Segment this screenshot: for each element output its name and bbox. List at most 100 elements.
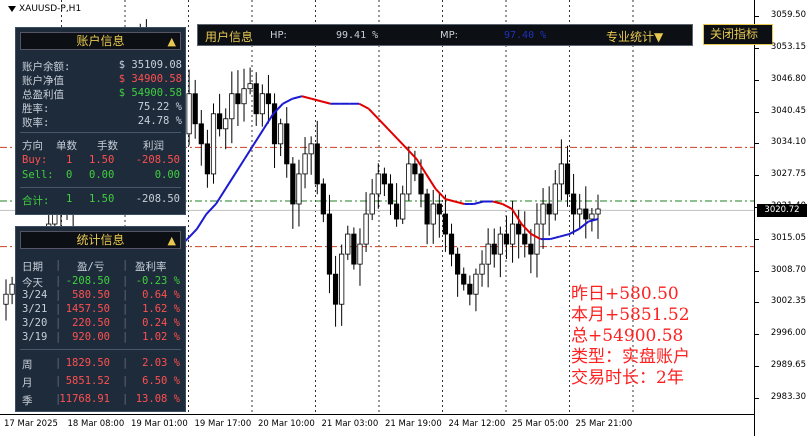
time-axis-label: 18 Mar 08:00 [67,419,125,429]
candle-body [278,123,284,145]
ma-segment [234,158,246,175]
candle-body [558,163,564,185]
user-info-bar: 用户信息 HP: 99.41 % MP: 97.40 % 专业统计▼ [197,24,693,46]
ma-segment [282,97,293,105]
candle-body [595,208,601,215]
candle-body [528,243,534,255]
price-axis-label: 3046.80 [770,73,806,84]
candle-body [589,213,595,220]
account-row-equity: 账户净值 $ 34900.58 [22,73,182,87]
ma-segment [196,213,208,230]
candle-body [497,233,503,255]
candle-body [455,253,461,275]
ma-segment [396,138,408,150]
price-axis-label: 2996.00 [770,328,806,339]
mp-label: MP: [440,30,459,41]
candle-body [198,123,204,145]
positions-row-sell: Sell: 0 0.00 0.00 [22,169,180,181]
time-axis-label: 20 Mar 10:00 [258,419,315,429]
account-row-balance: 账户余额: $ 35109.08 [22,59,182,73]
candle-body [577,208,583,215]
candle-body [241,88,247,105]
candle-body [540,203,546,225]
candle-body [351,233,357,265]
stats-row-period: 周 | 1829.50 | 2.03 % [22,357,180,371]
candle-body [583,208,589,220]
price-axis-label: 3059.50 [770,10,806,21]
candle-body [284,123,290,165]
ma-segment [292,95,303,100]
candle-body [509,223,516,245]
close-indicator-button[interactable]: 关闭指标 [703,24,773,45]
stats-row-day: 3/24 | 580.50 | 0.64 % [22,289,180,301]
candle-body [332,273,339,305]
price-axis-label: 3015.05 [770,232,806,243]
ma-segment [559,233,570,238]
candle-body [461,273,467,285]
candle-body [3,293,9,305]
time-axis-label: 25 Mar 21:00 [575,419,633,429]
candle-body [522,233,528,245]
time-axis-label: 21 Mar 03:00 [321,419,379,429]
account-panel: 账户信息 ▲ 账户余额: $ 35109.08 账户净值 $ 34900.58 … [15,27,186,215]
candle-body [314,143,320,185]
candle-body [473,273,479,295]
price-axis-label: 3027.75 [770,169,806,180]
time-axis-label: 19 Mar 17:00 [194,419,252,429]
stats-row-day: 3/20 | 220.50 | 0.24 % [22,317,180,329]
time-axis-label: 25 Mar 05:00 [512,419,569,429]
stats-panel-header[interactable]: 统计信息 ▲ [20,231,181,249]
candle-body [467,283,473,295]
ma-segment [387,128,399,140]
account-row-loss-rate: 败率: 24.78 % [22,115,182,129]
candle-body [375,173,381,195]
ma-segment [492,200,503,205]
candle-body [210,113,217,175]
price-axis-label: 3008.70 [770,264,806,275]
account-row-win-rate: 胜率: 75.22 % [22,101,182,115]
stats-row-day: 3/19 | 920.00 | 1.02 % [22,331,180,343]
positions-row-total: 合计: 1 1.50 -208.50 [22,193,180,207]
hp-label: HP: [270,30,287,41]
ma-segment [425,173,437,190]
positions-header: 方向 单数 手数 利润 [22,140,164,152]
candle-body [229,93,235,120]
candle-body [485,243,491,265]
time-axis-label: 19 Mar 01:00 [131,419,188,429]
collapse-triangle-icon[interactable]: ▲ [168,33,176,50]
chevron-down-icon [8,5,16,12]
ma-segment [434,188,446,200]
candle-body [570,193,577,215]
stats-header-row: 日期 | 盈/亏 | 盈利率 [22,259,167,273]
candle-body [302,153,308,175]
candle-body [442,213,449,235]
ma-segment [454,200,465,205]
account-row-total-profit: 总盈利值 $ 54900.58 [22,87,182,101]
candle-body [290,163,296,205]
candle-body [503,233,510,245]
ma-segment [311,97,322,103]
ma-segment [502,203,513,210]
ma-segment [511,208,523,225]
candle-body [296,173,302,205]
candle-body [235,93,241,105]
candle-body [479,263,485,275]
candle-body [363,213,369,245]
candle-body [369,193,375,215]
profit-overlay: 昨日+580.50 本月+5851.52 总+54900.58 类型：实盘账户 … [571,284,690,389]
candle-body [326,213,333,275]
ma-segment [578,220,590,230]
candle-body [430,203,436,225]
collapse-triangle-icon[interactable]: ▲ [168,232,176,249]
candle-body [400,193,406,220]
pro-stats-toggle[interactable]: 专业统计▼ [606,28,663,45]
symbol-title: XAUUSD-P,H1 [8,4,81,14]
ma-segment [320,100,331,105]
time-axis-label: 17 Mar 2025 [4,419,58,429]
ma-segment [473,200,484,205]
stats-row-period: 季 | 11768.91 | 13.08 % [22,393,180,407]
candle-body [436,203,442,215]
candle-body [308,143,314,155]
account-panel-header[interactable]: 账户信息 ▲ [20,32,181,50]
price-axis-label: 3053.15 [770,41,806,52]
